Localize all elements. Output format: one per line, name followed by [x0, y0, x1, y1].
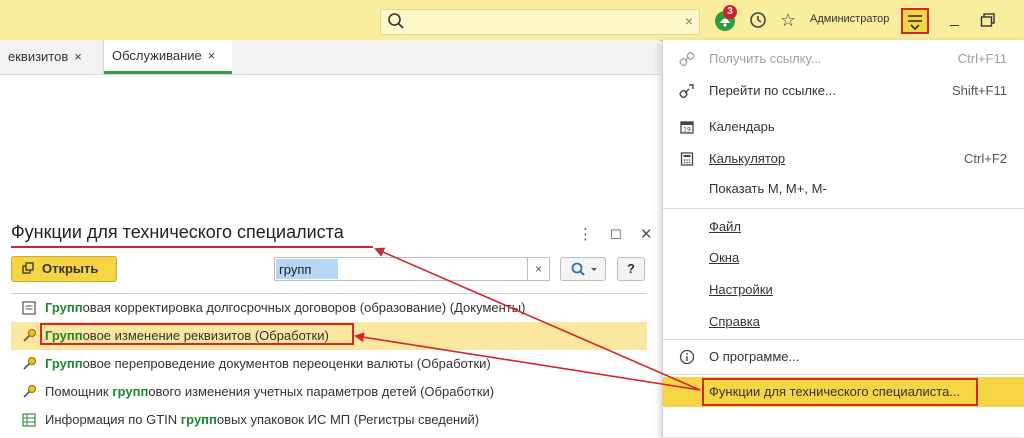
svg-text:19: 19: [683, 127, 691, 134]
menu-item-label: Калькулятор: [709, 151, 786, 166]
menu-item-label: Получить ссылку...: [709, 51, 822, 66]
open-button-label: Открыть: [42, 261, 99, 276]
notifications-badge: 3: [723, 5, 737, 19]
processing-icon: [23, 357, 36, 370]
menu-item-label: Настройки: [709, 282, 773, 297]
page-title: Функции для технического специалиста: [11, 222, 344, 242]
list-item[interactable]: Помощник группового изменения учетных па…: [11, 378, 647, 406]
goto-link-icon: [679, 84, 694, 99]
menu-item-label: Перейти по ссылке...: [709, 83, 836, 98]
menu-separator: [663, 208, 1024, 209]
clear-search-icon[interactable]: ×: [685, 13, 693, 29]
restore-window-icon[interactable]: [980, 12, 996, 28]
global-search[interactable]: ×: [380, 9, 700, 35]
tab-maintenance[interactable]: Обслуживание ×: [104, 40, 232, 74]
open-icon: [22, 262, 34, 274]
search-icon: [571, 262, 597, 276]
open-button[interactable]: Открыть: [11, 256, 117, 282]
menu-item-shortcut: Shift+F11: [951, 83, 1007, 98]
menu-item-goto-link[interactable]: Перейти по ссылке... Shift+F11: [663, 76, 1024, 106]
menu-item-shortcut: Ctrl+F11: [957, 51, 1007, 66]
tab-label: Обслуживание: [112, 48, 202, 63]
menu-item-get-link[interactable]: Получить ссылку... Ctrl+F11: [663, 44, 1024, 74]
history-button[interactable]: [748, 10, 768, 32]
menu-item-about[interactable]: О программе...: [663, 342, 1024, 372]
history-icon: [750, 12, 766, 28]
list-item-text: Групповое перепроведение документов пере…: [45, 356, 491, 371]
menu-separator: [663, 339, 1024, 340]
menu-item-shortcut: Ctrl+F2: [964, 151, 1007, 166]
menu-item-label: Окна: [709, 250, 740, 265]
document-icon: [22, 301, 36, 315]
calculator-icon: [680, 152, 694, 166]
user-name[interactable]: Администратор: [810, 13, 889, 25]
list-item[interactable]: Групповая корректировка долгосрочных дог…: [11, 294, 647, 322]
link-icon: [679, 51, 695, 67]
menu-separator: [663, 374, 1024, 375]
menu-item-windows[interactable]: Окна: [663, 243, 1024, 273]
menu-item-calendar[interactable]: 19 Календарь: [663, 112, 1024, 142]
menu-item-label: Календарь: [709, 119, 775, 134]
calendar-icon: 19: [680, 121, 694, 134]
main-menu-button[interactable]: [901, 8, 929, 34]
menu-item-label: Справка: [709, 314, 760, 329]
menu-icon: [908, 15, 922, 31]
list-item[interactable]: Информация по GTIN групповых упаковок ИС…: [11, 406, 647, 434]
menu-item-label: О программе...: [709, 349, 800, 364]
tab-requisites[interactable]: еквизитов ×: [0, 40, 104, 74]
close-tab-icon[interactable]: ×: [74, 49, 82, 64]
search-icon: [388, 13, 404, 29]
maximize-icon[interactable]: ☐: [610, 227, 622, 243]
close-form-icon[interactable]: ✕: [640, 225, 653, 243]
notifications-button[interactable]: 3: [714, 5, 737, 32]
annotation-box: [40, 323, 354, 345]
list-item[interactable]: Групповое перепроведение документов пере…: [11, 350, 647, 378]
help-button[interactable]: ?: [617, 257, 645, 281]
minimize-button[interactable]: _: [950, 10, 959, 28]
menu-item-label: Файл: [709, 219, 741, 234]
search-button[interactable]: [560, 257, 606, 281]
list-item-text: Помощник группового изменения учетных па…: [45, 384, 495, 399]
processing-icon: [23, 385, 36, 398]
processing-icon: [23, 329, 36, 342]
annotation-underline: [11, 246, 373, 248]
menu-item-calculator[interactable]: Калькулятор Ctrl+F2: [663, 144, 1024, 174]
search-field[interactable]: [274, 257, 528, 281]
list-item-text: Информация по GTIN групповых упаковок ИС…: [45, 412, 480, 427]
menu-item-file[interactable]: Файл: [663, 212, 1024, 242]
favorites-star-icon[interactable]: ☆: [780, 10, 800, 32]
tab-bar: еквизитов × Обслуживание ×: [0, 40, 660, 75]
results-list: Групповая корректировка долгосрочных дог…: [11, 293, 647, 438]
menu-item-show-memory[interactable]: Показать М, М+, М-: [663, 174, 1024, 204]
main-menu-dropdown: Получить ссылку... Ctrl+F11 Перейти по с…: [662, 40, 1024, 437]
menu-item-label: Показать М, М+, М-: [709, 181, 827, 196]
clear-search-button[interactable]: ×: [528, 257, 550, 281]
info-icon: [679, 349, 695, 365]
search-input[interactable]: [276, 259, 338, 279]
menu-item-settings[interactable]: Настройки: [663, 275, 1024, 305]
annotation-box: [702, 378, 978, 406]
close-tab-icon[interactable]: ×: [208, 48, 216, 63]
register-icon: [22, 413, 36, 427]
top-bar: × 3 ☆ Администратор _: [0, 0, 1024, 41]
more-options-icon[interactable]: ⋮: [578, 225, 593, 243]
tab-label: еквизитов: [8, 49, 69, 64]
menu-item-help[interactable]: Справка: [663, 307, 1024, 337]
list-item-text: Групповая корректировка долгосрочных дог…: [45, 300, 526, 315]
